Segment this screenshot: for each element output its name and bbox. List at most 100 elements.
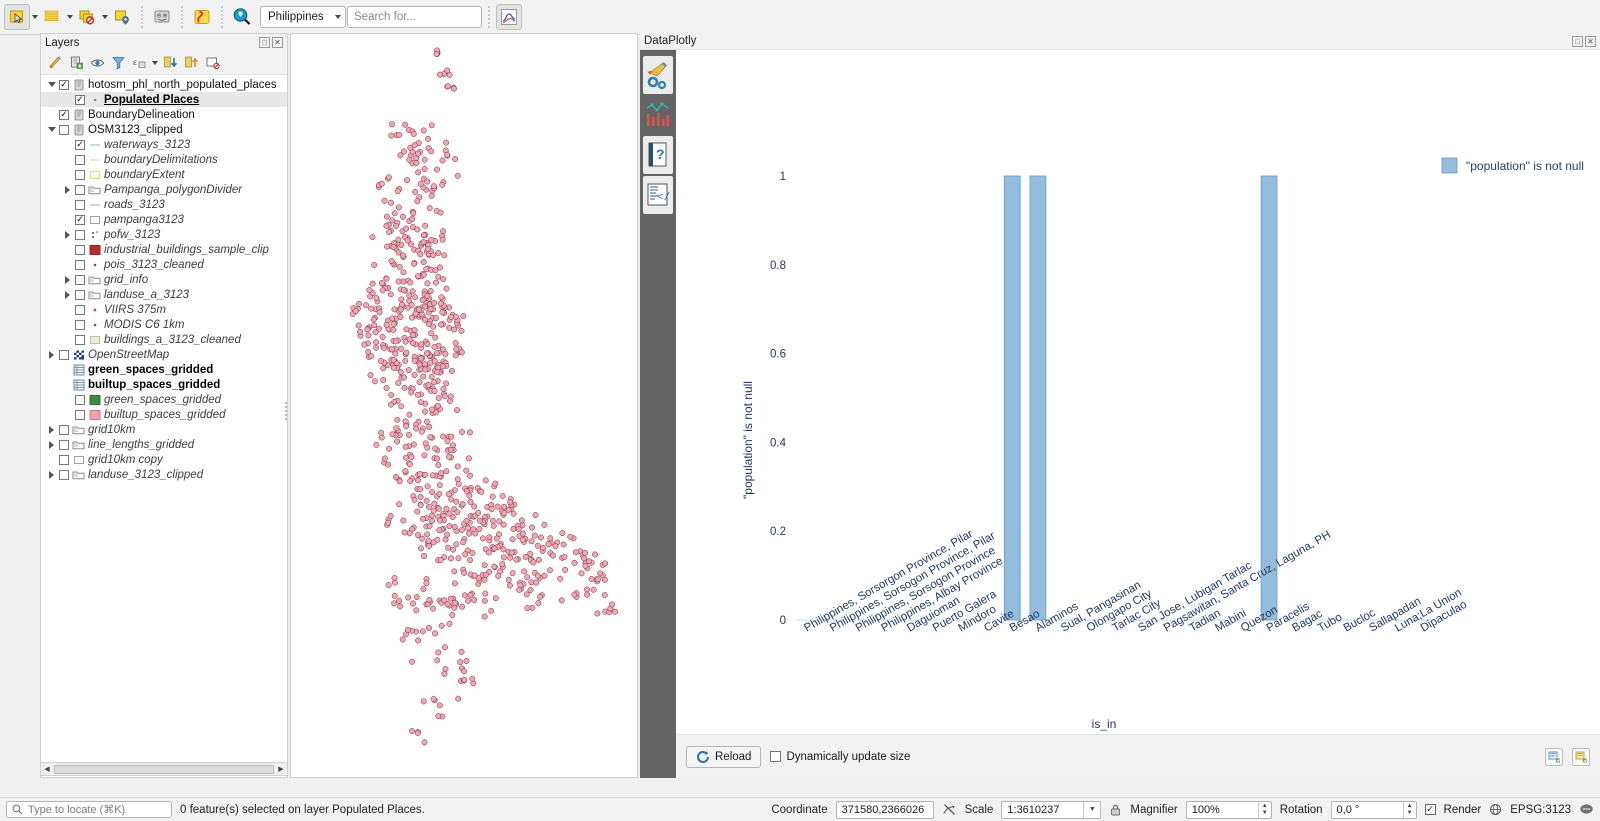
layer-visibility-checkbox[interactable] bbox=[75, 320, 85, 330]
search-map-button[interactable] bbox=[229, 4, 255, 30]
legend-swatch[interactable] bbox=[1442, 158, 1457, 173]
layer-visibility-checkbox[interactable] bbox=[75, 410, 85, 420]
select-all-button[interactable] bbox=[39, 4, 65, 30]
layer-tree-item[interactable]: grid_info bbox=[41, 272, 287, 287]
layer-tree-item[interactable]: line_lengths_gridded bbox=[41, 437, 287, 452]
layer-visibility-checkbox[interactable]: ✓ bbox=[75, 215, 85, 225]
layer-tree-item[interactable]: ✓BoundaryDelineation bbox=[41, 107, 287, 122]
locator-input[interactable]: Type to locate (⌘K) bbox=[6, 801, 172, 818]
scroll-thumb[interactable] bbox=[54, 765, 274, 774]
chevron-right-icon[interactable] bbox=[63, 290, 72, 299]
extents-icon[interactable] bbox=[942, 802, 957, 817]
remove-layer-icon[interactable] bbox=[203, 54, 221, 72]
layer-visibility-checkbox[interactable] bbox=[59, 470, 69, 480]
manage-visibility-icon[interactable] bbox=[88, 54, 106, 72]
map-canvas[interactable] bbox=[290, 33, 638, 778]
identify-features-button[interactable] bbox=[149, 4, 175, 30]
select-all-caret[interactable] bbox=[67, 15, 73, 19]
layer-tree-item[interactable]: boundaryDelimitations bbox=[41, 152, 287, 167]
rotation-field[interactable]: 0,0 ° ▲▼ bbox=[1331, 801, 1417, 819]
render-checkbox[interactable]: ✓ bbox=[1425, 804, 1436, 815]
layer-tree-item[interactable]: roads_3123 bbox=[41, 197, 287, 212]
layer-visibility-checkbox[interactable] bbox=[75, 305, 85, 315]
layer-visibility-checkbox[interactable] bbox=[59, 350, 69, 360]
layer-visibility-checkbox[interactable] bbox=[75, 335, 85, 345]
chevron-right-icon[interactable] bbox=[63, 185, 72, 194]
scale-dropdown-caret[interactable]: ▼ bbox=[1083, 802, 1100, 818]
add-group-icon[interactable] bbox=[67, 54, 85, 72]
collapse-all-icon[interactable] bbox=[182, 54, 200, 72]
layer-visibility-checkbox[interactable] bbox=[59, 125, 69, 135]
scale-field[interactable]: 1:3610237 ▼ bbox=[1001, 801, 1101, 819]
layer-visibility-checkbox[interactable] bbox=[75, 395, 85, 405]
layer-visibility-checkbox[interactable] bbox=[59, 455, 69, 465]
rotation-spinner[interactable]: ▲▼ bbox=[1403, 802, 1416, 818]
dataplotly-close-icon[interactable]: ✕ bbox=[1585, 36, 1596, 47]
layer-tree-item[interactable]: ✓waterways_3123 bbox=[41, 137, 287, 152]
dynamic-update-size-checkbox-row[interactable]: Dynamically update size bbox=[770, 751, 910, 763]
layer-visibility-checkbox[interactable]: ✓ bbox=[75, 95, 85, 105]
layer-visibility-checkbox[interactable] bbox=[75, 185, 85, 195]
select-features-button[interactable] bbox=[4, 4, 30, 30]
layer-visibility-checkbox[interactable]: ✓ bbox=[59, 80, 69, 90]
crs-globe-icon[interactable] bbox=[1489, 803, 1502, 816]
layers-horizontal-scrollbar[interactable]: ◀ ▶ bbox=[40, 762, 288, 776]
layer-tree-item[interactable]: pois_3123_cleaned bbox=[41, 257, 287, 272]
styling-brush-icon[interactable] bbox=[46, 54, 64, 72]
layer-tree-item[interactable]: industrial_buildings_sample_clip bbox=[41, 242, 287, 257]
export-plot-icon[interactable] bbox=[1572, 748, 1590, 766]
plot-preview-tab[interactable] bbox=[643, 96, 673, 134]
layer-visibility-checkbox[interactable] bbox=[75, 155, 85, 165]
layer-tree-item[interactable]: VIIRS 375m bbox=[41, 302, 287, 317]
layer-tree-item[interactable]: pofw_3123 bbox=[41, 227, 287, 242]
float-icon[interactable]: □ bbox=[259, 37, 270, 48]
bar[interactable] bbox=[1004, 176, 1020, 620]
layer-tree-item[interactable]: green_spaces_gridded bbox=[41, 392, 287, 407]
layer-visibility-checkbox[interactable] bbox=[75, 230, 85, 240]
close-icon[interactable]: ✕ bbox=[272, 37, 283, 48]
region-select[interactable]: Philippines bbox=[260, 6, 346, 28]
save-plot-icon[interactable] bbox=[1545, 748, 1563, 766]
search-input[interactable]: Search for... bbox=[347, 6, 482, 28]
bar[interactable] bbox=[1261, 176, 1277, 620]
magnifier-field[interactable]: 100% ▲▼ bbox=[1186, 801, 1272, 819]
plot-settings-tab[interactable] bbox=[643, 56, 673, 94]
dataplotly-button[interactable] bbox=[496, 4, 522, 30]
layer-visibility-checkbox[interactable] bbox=[59, 425, 69, 435]
help-tab[interactable]: ? bbox=[643, 136, 673, 174]
layer-tree-item[interactable]: boundaryExtent bbox=[41, 167, 287, 182]
layer-tree-item[interactable]: builtup_spaces_gridded bbox=[41, 377, 287, 392]
layer-tree-item[interactable]: landuse_a_3123 bbox=[41, 287, 287, 302]
select-dropdown-caret[interactable] bbox=[32, 15, 38, 19]
panel-resize-grip[interactable] bbox=[284, 400, 288, 426]
lock-icon[interactable] bbox=[1109, 803, 1122, 817]
bar[interactable] bbox=[1030, 176, 1046, 620]
layer-tree-item[interactable]: buildings_a_3123_cleaned bbox=[41, 332, 287, 347]
chevron-right-icon[interactable] bbox=[63, 230, 72, 239]
code-tab[interactable]: </> bbox=[643, 176, 673, 214]
filter-legend-icon[interactable] bbox=[109, 54, 127, 72]
layer-visibility-checkbox[interactable] bbox=[75, 200, 85, 210]
layer-tree-item[interactable]: landuse_3123_clipped bbox=[41, 467, 287, 482]
deselect-caret[interactable] bbox=[102, 15, 108, 19]
layer-visibility-checkbox[interactable] bbox=[75, 260, 85, 270]
layer-visibility-checkbox[interactable]: ✓ bbox=[75, 140, 85, 150]
scroll-right-arrow[interactable]: ▶ bbox=[275, 763, 287, 775]
layer-tree-item[interactable]: builtup_spaces_gridded bbox=[41, 407, 287, 422]
chevron-down-icon[interactable] bbox=[47, 125, 56, 134]
chevron-right-icon[interactable] bbox=[47, 470, 56, 479]
layer-tree-item[interactable]: OpenStreetMap bbox=[41, 347, 287, 362]
layer-visibility-checkbox[interactable] bbox=[75, 245, 85, 255]
filter-dropdown-caret[interactable] bbox=[152, 61, 158, 65]
expand-all-icon[interactable] bbox=[161, 54, 179, 72]
layer-tree-item[interactable]: OSM3123_clipped bbox=[41, 122, 287, 137]
layer-tree-item[interactable]: green_spaces_gridded bbox=[41, 362, 287, 377]
deselect-features-button[interactable] bbox=[74, 4, 100, 30]
messages-icon[interactable] bbox=[1579, 803, 1594, 816]
chevron-right-icon[interactable] bbox=[47, 440, 56, 449]
layer-visibility-checkbox[interactable]: ✓ bbox=[59, 110, 69, 120]
reload-button[interactable]: Reload bbox=[686, 746, 761, 768]
layer-visibility-checkbox[interactable] bbox=[59, 440, 69, 450]
layer-tree-item[interactable]: ✓Populated Places bbox=[41, 92, 287, 107]
scroll-left-arrow[interactable]: ◀ bbox=[41, 763, 53, 775]
